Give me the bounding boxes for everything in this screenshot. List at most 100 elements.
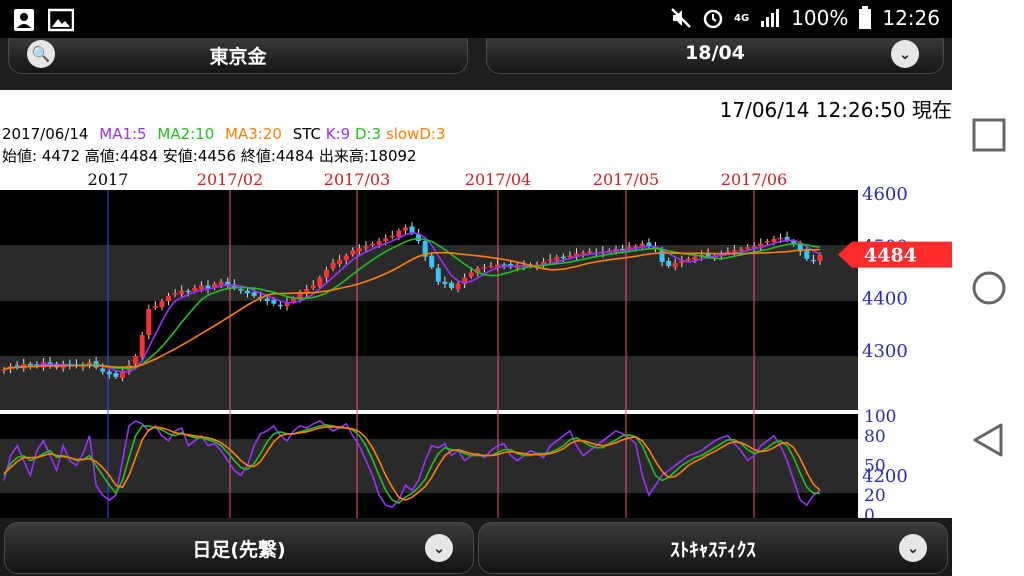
home-icon[interactable] bbox=[969, 268, 1009, 308]
candle-body bbox=[198, 285, 204, 290]
mute-icon bbox=[671, 8, 691, 28]
candle-body bbox=[330, 262, 336, 269]
candle-body bbox=[817, 254, 823, 261]
candle-body bbox=[560, 256, 566, 259]
candle-body bbox=[547, 259, 553, 261]
candle-body bbox=[370, 243, 376, 246]
price-tick-label: 4300 bbox=[862, 341, 908, 362]
candle-body bbox=[350, 250, 356, 255]
contract-label: 18/04 bbox=[685, 42, 745, 64]
candle-body bbox=[356, 248, 362, 252]
current-price-label: 4484 bbox=[864, 245, 917, 267]
candle-body bbox=[317, 277, 323, 287]
price-tick-label: 4400 bbox=[862, 289, 908, 310]
candle-body bbox=[488, 266, 494, 268]
candle-body bbox=[481, 267, 487, 269]
ohlc-open: 始値: 4472 bbox=[2, 147, 80, 165]
candle-body bbox=[251, 292, 257, 296]
top-toolbar: 🔍 東京金 18/04 ⌄ bbox=[0, 38, 952, 90]
signal-icon bbox=[761, 9, 780, 27]
candle-body bbox=[113, 373, 119, 377]
network-label: 4G bbox=[734, 12, 750, 24]
candle-body bbox=[310, 285, 316, 289]
candle-body bbox=[146, 308, 152, 336]
bottom-toolbar: 日足(先繋) ⌄ ｽﾄｷｬｽﾃｨｸｽ ⌄ bbox=[0, 518, 952, 576]
candle-body bbox=[804, 250, 810, 259]
back-icon[interactable] bbox=[969, 420, 1009, 460]
candle-body bbox=[337, 259, 343, 265]
candle-body bbox=[672, 262, 678, 268]
period-label: 日足(先繋) bbox=[192, 539, 286, 561]
price-tick-label: 4600 bbox=[862, 184, 908, 205]
candle-body bbox=[376, 241, 382, 245]
candle-body bbox=[778, 237, 784, 240]
candle-body bbox=[554, 256, 560, 261]
candle-body bbox=[435, 268, 441, 282]
stochastic-tick-label: 80 bbox=[864, 427, 886, 447]
indicator-selector[interactable]: ｽﾄｷｬｽﾃｨｸｽ ⌄ bbox=[478, 522, 948, 574]
candle-body bbox=[106, 371, 112, 375]
month-label: 2017/06 bbox=[721, 170, 787, 189]
candle-body bbox=[580, 252, 586, 255]
month-label: 2017/04 bbox=[465, 170, 531, 189]
candle-body bbox=[396, 230, 402, 237]
candle-body bbox=[725, 251, 731, 253]
system-nav-bar bbox=[952, 0, 1024, 576]
legend-ma1: MA1:5 bbox=[99, 125, 147, 143]
legend-date: 2017/06/14 bbox=[2, 125, 89, 143]
chart-panel: 17/06/14 12:26:50 現在 2017/06/14 MA1:5 MA… bbox=[0, 90, 952, 520]
battery-icon bbox=[859, 6, 872, 29]
candle-body bbox=[179, 290, 185, 295]
candle-body bbox=[291, 298, 297, 302]
status-bar: 4G 100% 12:26 bbox=[0, 0, 952, 38]
candle-body bbox=[692, 256, 698, 260]
candle-body bbox=[166, 295, 172, 302]
candle-body bbox=[448, 282, 454, 289]
candle-body bbox=[646, 242, 652, 247]
legend-ma2: MA2:10 bbox=[157, 125, 215, 143]
legend-stc: STC bbox=[292, 125, 321, 143]
battery-percent: 100% bbox=[791, 6, 849, 30]
candle-body bbox=[159, 301, 165, 308]
candle-body bbox=[100, 368, 106, 372]
candle-body bbox=[383, 238, 389, 242]
candle-body bbox=[468, 272, 474, 277]
candle-body bbox=[264, 298, 270, 302]
legend-ma3: MA3:20 bbox=[225, 125, 282, 143]
month-label: 2017/03 bbox=[324, 170, 390, 189]
chevron-down-icon[interactable]: ⌄ bbox=[425, 534, 453, 562]
contract-selector[interactable]: 18/04 ⌄ bbox=[486, 38, 944, 74]
chevron-down-icon[interactable]: ⌄ bbox=[891, 40, 919, 68]
month-label: 2017 bbox=[88, 170, 129, 189]
candle-body bbox=[27, 363, 33, 366]
recents-icon[interactable] bbox=[969, 115, 1009, 155]
candle-body bbox=[244, 290, 250, 294]
candle-body bbox=[738, 248, 744, 251]
chevron-down-icon[interactable]: ⌄ bbox=[899, 534, 927, 562]
candle-body bbox=[389, 235, 395, 238]
candle-body bbox=[363, 246, 369, 249]
price-chart[interactable]: 2017 2017/02 2017/03 2017/04 2017/05 2017/06 … bbox=[0, 168, 952, 520]
candle-body bbox=[218, 281, 224, 285]
candle-body bbox=[771, 238, 777, 243]
stochastic-tick-label: 50 bbox=[864, 457, 886, 477]
candle-body bbox=[323, 269, 329, 278]
indicator-legend: 2017/06/14 MA1:5 MA2:10 MA3:20 STC K:9 D… bbox=[2, 125, 446, 143]
ohlc-high: 高値:4484 bbox=[84, 147, 159, 165]
stochastic-tick-label: 100 bbox=[864, 407, 896, 427]
market-label: 東京金 bbox=[209, 46, 267, 68]
ohlc-close: 終値:4484 bbox=[240, 147, 315, 165]
candle-body bbox=[152, 306, 158, 308]
legend-slowd: slowD:3 bbox=[385, 125, 446, 143]
candle-body bbox=[810, 259, 816, 262]
legend-d: D:3 bbox=[355, 125, 382, 143]
candle-body bbox=[429, 255, 435, 268]
ohlc-volume: 出来高:18092 bbox=[318, 147, 417, 165]
candle-body bbox=[343, 255, 349, 260]
period-selector[interactable]: 日足(先繋) ⌄ bbox=[4, 522, 474, 574]
candle-body bbox=[567, 255, 573, 258]
indicator-label: ｽﾄｷｬｽﾃｨｸｽ bbox=[670, 539, 756, 561]
candle-body bbox=[172, 293, 178, 295]
candle-body bbox=[639, 243, 645, 247]
market-selector[interactable]: 🔍 東京金 bbox=[8, 38, 468, 74]
